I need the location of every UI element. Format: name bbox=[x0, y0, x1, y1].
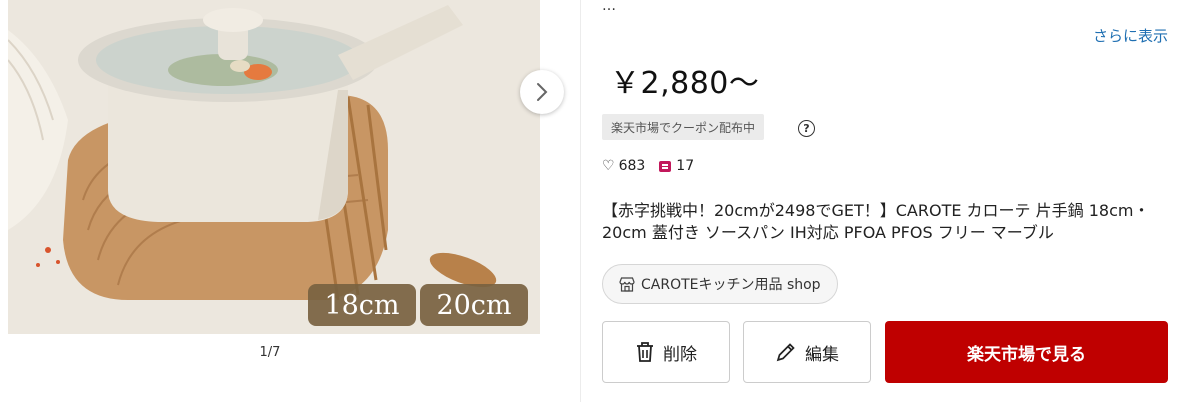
product-image[interactable]: 18cm 20cm bbox=[8, 0, 540, 334]
image-gallery: 18cm 20cm 1/7 bbox=[0, 0, 580, 402]
show-more-link[interactable]: さらに表示 bbox=[1093, 25, 1168, 46]
coupon-badge: 楽天市場でクーポン配布中 bbox=[602, 114, 765, 140]
delete-button[interactable]: 削除 bbox=[602, 321, 730, 383]
store-icon bbox=[619, 276, 635, 292]
comment-count: 17 bbox=[676, 158, 695, 174]
heart-icon[interactable]: ♡ bbox=[602, 158, 615, 174]
comment-icon[interactable] bbox=[659, 160, 672, 172]
size-tag-18cm: 18cm bbox=[308, 284, 416, 326]
product-title[interactable]: 【赤字挑戦中！20cmが2498でGET！】CAROTE カローテ 片手鍋 18… bbox=[602, 200, 1172, 244]
like-count: 683 bbox=[618, 158, 646, 174]
size-tag-20cm: 20cm bbox=[420, 284, 528, 326]
next-image-button[interactable] bbox=[520, 70, 564, 114]
trash-icon bbox=[635, 341, 655, 363]
pencil-icon bbox=[775, 341, 797, 363]
delete-label: 削除 bbox=[663, 344, 697, 365]
product-details: … さらに表示 ￥2,880〜 楽天市場でクーポン配布中 ? ♡ 683 17 … bbox=[581, 0, 1199, 402]
image-counter: 1/7 bbox=[259, 345, 281, 360]
view-on-rakuten-button[interactable]: 楽天市場で見る bbox=[885, 321, 1168, 383]
shop-link[interactable]: CAROTEキッチン用品 shop bbox=[602, 264, 838, 304]
price: ￥2,880〜 bbox=[610, 66, 760, 101]
engagement-stats: ♡ 683 17 bbox=[602, 158, 694, 174]
edit-label: 編集 bbox=[805, 344, 839, 365]
help-icon[interactable]: ? bbox=[798, 120, 815, 137]
chevron-right-icon bbox=[537, 83, 548, 101]
edit-button[interactable]: 編集 bbox=[743, 321, 871, 383]
truncated-description: … bbox=[602, 0, 616, 14]
shop-name: CAROTEキッチン用品 shop bbox=[641, 277, 821, 293]
